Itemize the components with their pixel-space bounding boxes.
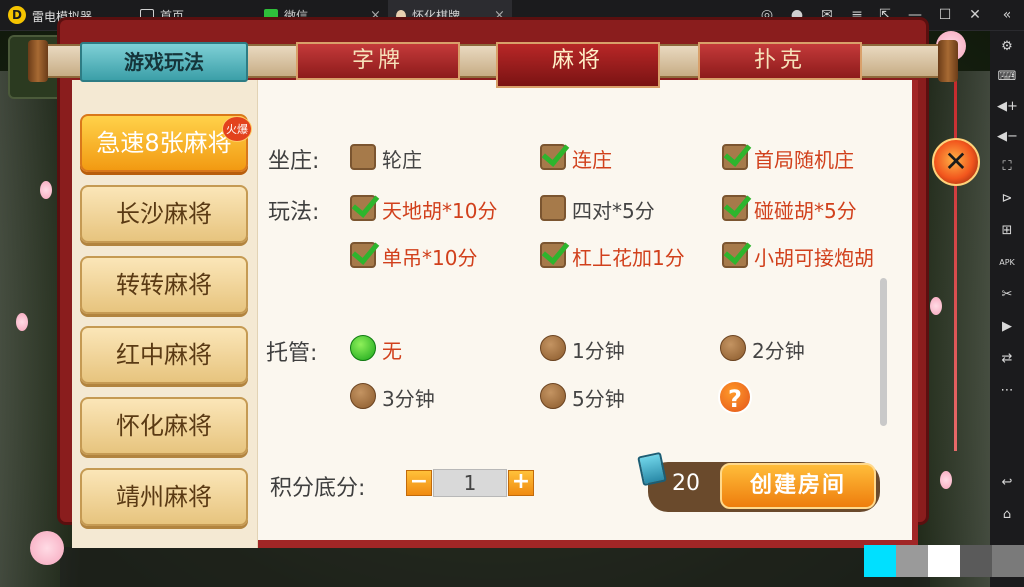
apk-icon[interactable]: APK <box>997 253 1017 273</box>
petal-icon <box>930 297 942 315</box>
sync-icon[interactable]: ⇄ <box>997 349 1017 369</box>
dealer-rotate-label[interactable]: 轮庄 <box>382 144 422 173</box>
play-pengpeng-label[interactable]: 碰碰胡*5分 <box>754 195 857 224</box>
bottom-menu-strip <box>60 547 930 587</box>
close-icon[interactable]: ✕ <box>932 138 980 186</box>
swatch-mid-gray <box>992 545 1024 577</box>
tassel-decoration <box>954 71 957 451</box>
game-item-huaihua[interactable]: 怀化麻将 <box>80 397 248 455</box>
auto-1min-label[interactable]: 1分钟 <box>572 335 625 364</box>
auto-3min-radio[interactable] <box>350 383 376 409</box>
volume-down-icon[interactable]: ◀− <box>997 127 1018 147</box>
play-dandiao-label[interactable]: 单吊*10分 <box>382 242 477 271</box>
emulator-sidebar: ⚙ ⌨ ◀+ ◀− ⛶ ⊳ ⊞ APK ✂ ▶ ⇄ ⋯ ↩ ⌂ <box>990 31 1024 587</box>
play-label: 玩法: <box>268 200 320 225</box>
score-label: 积分底分: <box>270 476 366 501</box>
dealer-random-label[interactable]: 首局随机庄 <box>754 144 854 173</box>
play-sidui-checkbox[interactable] <box>540 195 566 221</box>
auto-1min-radio[interactable] <box>540 335 566 361</box>
dealer-random-checkbox[interactable] <box>722 144 748 170</box>
app-logo-icon: D <box>8 6 26 24</box>
record-icon[interactable]: ⊳ <box>997 189 1017 209</box>
scroll-end-right <box>938 40 958 82</box>
play-dandiao-checkbox[interactable] <box>350 242 376 268</box>
play-tiandi-label[interactable]: 天地胡*10分 <box>382 195 497 224</box>
petal-icon <box>40 181 52 199</box>
game-item-hongzhong[interactable]: 红中麻将 <box>80 326 248 384</box>
auto-2min-label[interactable]: 2分钟 <box>752 335 805 364</box>
fullscreen-icon[interactable]: ⛶ <box>997 157 1017 177</box>
keyboard-icon[interactable]: ⌨ <box>997 67 1017 87</box>
maximize-icon[interactable]: ☐ <box>936 7 954 23</box>
swatch-dark-gray <box>960 545 992 577</box>
add-app-icon[interactable]: ⊞ <box>997 221 1017 241</box>
score-increase-button[interactable]: + <box>508 470 534 496</box>
tab-zipai[interactable]: 字牌 <box>296 42 460 80</box>
game-item-zhuanzhuan[interactable]: 转转麻将 <box>80 256 248 314</box>
swatch-cyan <box>864 545 896 577</box>
create-room-button[interactable]: 创建房间 <box>720 463 876 509</box>
auto-label: 托管: <box>266 341 318 366</box>
dealer-rotate-checkbox[interactable] <box>350 144 376 170</box>
options-scrollbar[interactable] <box>880 278 887 426</box>
volume-up-icon[interactable]: ◀+ <box>997 97 1018 117</box>
back-icon[interactable]: ↩ <box>997 473 1017 493</box>
dealer-continue-checkbox[interactable] <box>540 144 566 170</box>
auto-none-label[interactable]: 无 <box>382 335 402 364</box>
home-icon[interactable]: ⌂ <box>997 505 1017 525</box>
game-rules-tab[interactable]: 游戏玩法 <box>80 42 248 82</box>
auto-3min-label[interactable]: 3分钟 <box>382 383 435 412</box>
score-value[interactable]: 1 <box>433 469 507 497</box>
help-icon[interactable]: ? <box>718 380 752 414</box>
swatch-gray <box>896 545 928 577</box>
petal-icon <box>940 471 952 489</box>
game-item-jingzhou[interactable]: 靖州麻将 <box>80 468 248 526</box>
play-pengpeng-checkbox[interactable] <box>722 195 748 221</box>
auto-5min-label[interactable]: 5分钟 <box>572 383 625 412</box>
petal-icon <box>16 313 28 331</box>
tab-poker[interactable]: 扑克 <box>698 42 862 80</box>
dealer-continue-label[interactable]: 连庄 <box>572 144 612 173</box>
video-icon[interactable]: ▶ <box>997 317 1017 337</box>
tab-mahjong[interactable]: 麻将 <box>496 42 660 88</box>
auto-2min-radio[interactable] <box>720 335 746 361</box>
hot-badge: 火爆 <box>222 116 252 142</box>
score-decrease-button[interactable]: − <box>406 470 432 496</box>
auto-none-radio[interactable] <box>350 335 376 361</box>
play-sidui-label[interactable]: 四对*5分 <box>572 195 655 224</box>
auto-5min-radio[interactable] <box>540 383 566 409</box>
play-gangshanghua-label[interactable]: 杠上花加1分 <box>572 242 685 271</box>
close-window-icon[interactable]: ✕ <box>966 7 984 23</box>
play-tiandi-checkbox[interactable] <box>350 195 376 221</box>
scissors-icon[interactable]: ✂ <box>997 285 1017 305</box>
game-item-changsha[interactable]: 长沙麻将 <box>80 185 248 243</box>
scroll-end-left <box>28 40 48 82</box>
swatch-white <box>928 545 960 577</box>
settings-icon[interactable]: ⚙ <box>997 37 1017 57</box>
room-card-count: 20 <box>672 471 700 496</box>
play-xiaohu-checkbox[interactable] <box>722 242 748 268</box>
blossom-icon <box>30 531 64 565</box>
more-icon[interactable]: ⋯ <box>997 381 1017 401</box>
play-xiaohu-label[interactable]: 小胡可接炮胡 <box>754 242 874 271</box>
dealer-label: 坐庄: <box>268 149 320 174</box>
collapse-sidebar-icon[interactable]: « <box>998 7 1016 23</box>
play-gangshanghua-checkbox[interactable] <box>540 242 566 268</box>
